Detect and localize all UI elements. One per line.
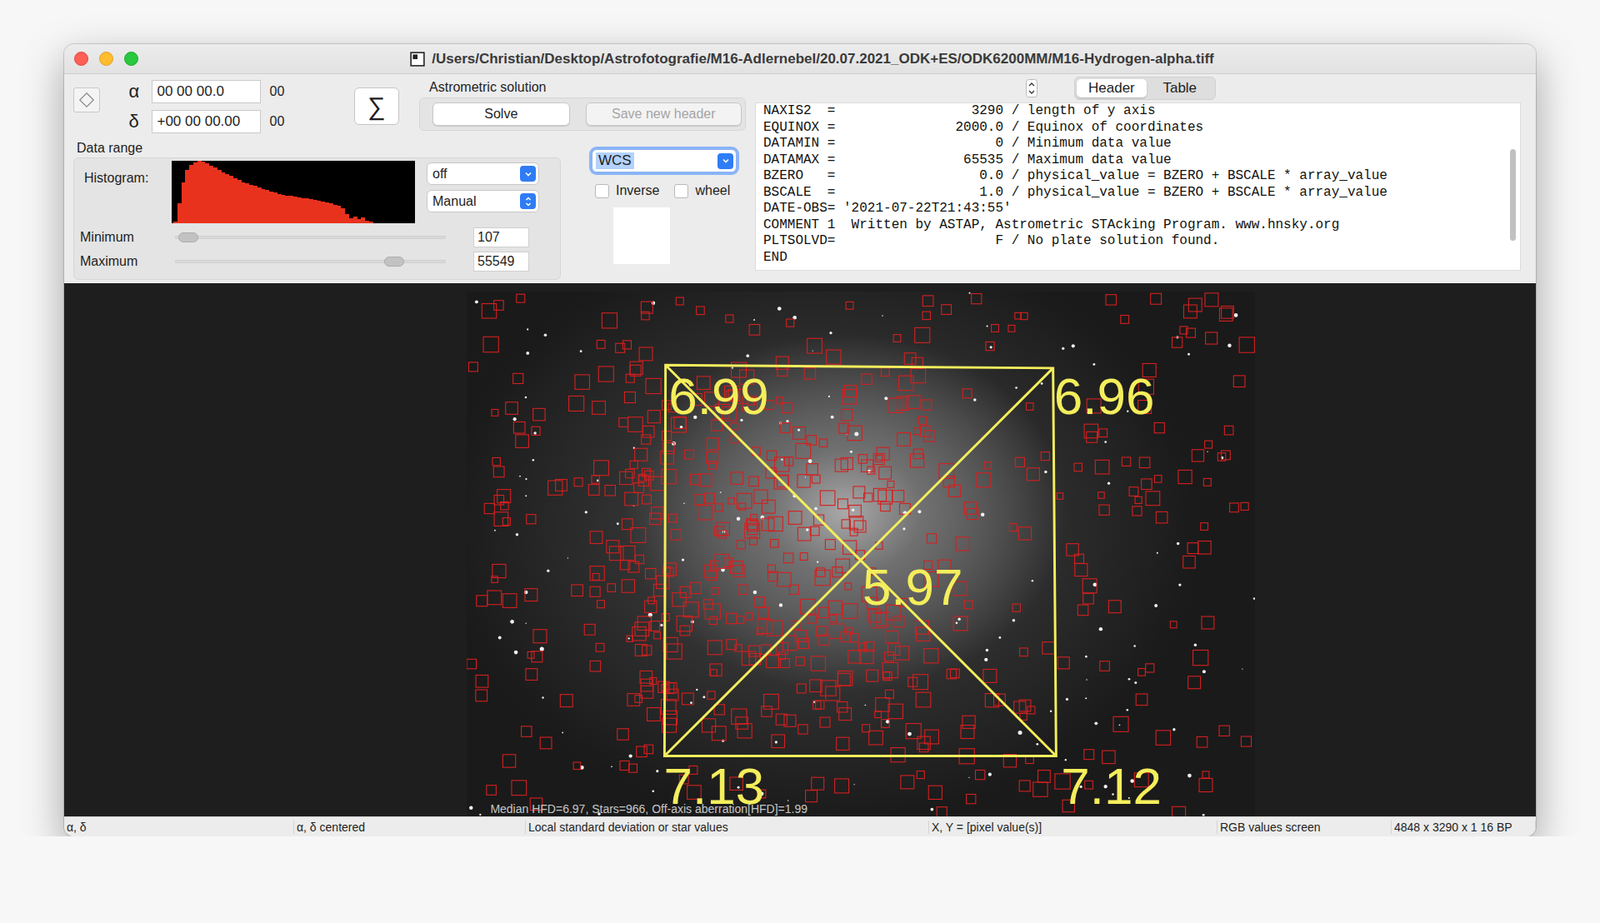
slider-label: Minimum <box>80 230 175 245</box>
slider-label: Maximum <box>80 254 175 270</box>
header-line: BSCALE = 1.0 / physical_value = BZERO + … <box>763 185 1507 202</box>
status-cell: 4848 x 3290 x 1 16 BP <box>1391 820 1536 835</box>
image-caption: Median HFD=6.97, Stars=966, Off-axis abe… <box>490 802 808 816</box>
header-line: EQUINOX = 2000.0 / Equinox of coordinate… <box>763 120 1507 137</box>
checkbox-box[interactable] <box>595 184 610 199</box>
checkbox[interactable]: wheel <box>674 183 730 199</box>
tilt-value: 5.97 <box>862 561 964 614</box>
header-line: NAXIS2 = 3290 / length of y axis <box>763 103 1507 120</box>
close-icon[interactable] <box>74 51 89 66</box>
zoom-icon[interactable] <box>124 51 139 66</box>
header-line: DATE-OBS= '2021-07-22T21:43:55' <box>763 200 1507 218</box>
header-line: COMMENT 1 Written by ASTAP, Astrometric … <box>763 217 1507 235</box>
coordinate-symbol: α <box>128 80 152 103</box>
fits-header-panel[interactable]: NAXIS2 = 3290 / length of y axisEQUINOX … <box>755 102 1521 271</box>
chevron-icon <box>520 165 536 182</box>
astro-image[interactable]: 6.996.965.977.137.12 Median HFD=6.97, St… <box>466 291 1255 817</box>
astrometric-group: Astrometric solution Solve Save new heade… <box>419 80 746 131</box>
header-line: BZERO = 0.0 / physical_value = BZERO + B… <box>763 168 1507 185</box>
slider-row: Maximum 55549 <box>80 251 554 272</box>
coordinate-field[interactable]: +00 00 00.00 <box>151 110 261 134</box>
group-label: Astrometric solution <box>419 80 746 95</box>
minimize-icon[interactable] <box>99 51 114 66</box>
group-label: Data range <box>73 140 561 156</box>
dropdown[interactable]: Manual <box>426 190 540 213</box>
image-viewer[interactable]: 6.996.965.977.137.12 Median HFD=6.97, St… <box>64 283 1536 817</box>
status-cell: Local standard deviation or star values <box>525 820 930 835</box>
coordinate-field[interactable]: 00 00 00.0 <box>151 80 261 104</box>
astrometric-button[interactable]: Save new header <box>585 102 742 126</box>
overlay-group: WCS Inverse wheel <box>591 140 737 280</box>
chevron-icon <box>520 193 536 210</box>
coordinate-row: α 00 00 00.0 00 <box>128 80 351 104</box>
header-line: DATAMAX = 65535 / Maximum data value <box>763 152 1507 170</box>
slider-value-field[interactable]: 107 <box>473 227 530 248</box>
coordinate-symbol: δ <box>128 110 152 133</box>
header-line: END <box>763 250 1507 267</box>
tilt-value: 6.99 <box>668 370 770 423</box>
title-bar: /Users/Christian/Desktop/Astrofotografie… <box>64 44 1536 75</box>
coordinates: α 00 00 00.0 00δ +00 00 00.00 00 <box>128 80 351 134</box>
window-title: /Users/Christian/Desktop/Astrofotografie… <box>138 50 1536 68</box>
coordinate-row: δ +00 00 00.00 00 <box>128 110 351 134</box>
document-icon <box>410 51 425 67</box>
tab[interactable]: Header <box>1076 79 1147 98</box>
slider-track[interactable] <box>175 235 446 240</box>
checkbox[interactable]: Inverse <box>595 183 660 199</box>
astrometric-button[interactable]: Solve <box>432 102 570 126</box>
histogram-bar <box>369 221 374 224</box>
slider-value-field[interactable]: 55549 <box>473 251 530 272</box>
status-cell: X, Y = [pixel value(s)] <box>929 820 1218 835</box>
wcs-dropdown[interactable]: WCS <box>591 149 737 173</box>
dropdown[interactable]: off <box>426 162 540 185</box>
coordinate-suffix: 00 <box>269 114 285 130</box>
status-cell: α, δ <box>64 820 295 835</box>
status-cell: α, δ centered <box>294 820 526 835</box>
tilt-value: 7.12 <box>1060 760 1162 813</box>
flip-button[interactable] <box>73 87 100 113</box>
header-line: DATAMIN = 0 / Minimum data value <box>763 135 1507 153</box>
stepper-icon[interactable] <box>1025 79 1038 98</box>
slider-thumb[interactable] <box>384 256 405 267</box>
preview-box <box>613 207 670 265</box>
coordinate-suffix: 00 <box>269 84 285 100</box>
control-panel: α 00 00 00.0 00δ +00 00 00.00 00 ∑ Astro… <box>64 74 1536 284</box>
status-cell: RGB values screen <box>1217 820 1392 835</box>
checkbox-box[interactable] <box>674 184 689 199</box>
slider-thumb[interactable] <box>178 232 199 243</box>
diamond-icon <box>77 90 96 110</box>
chevron-icon <box>717 153 734 170</box>
tab-bar: HeaderTable <box>1074 76 1216 100</box>
slider-row: Minimum 107 <box>80 227 554 248</box>
tilt-value: 6.96 <box>1054 370 1155 423</box>
histogram-chart <box>171 160 415 224</box>
tab[interactable]: Table <box>1146 79 1214 98</box>
header-line: PLTSOLVD= F / No plate solution found. <box>763 233 1507 250</box>
scrollbar[interactable] <box>1506 103 1520 270</box>
window-controls <box>64 51 139 66</box>
sigma-button[interactable]: ∑ <box>354 87 400 125</box>
slider-track[interactable] <box>175 260 446 264</box>
histogram-label: Histogram: <box>80 160 172 186</box>
data-range-group: Data range Histogram: off Manual Minimum… <box>73 140 561 280</box>
status-bar: α, δα, δ centeredLocal standard deviatio… <box>64 816 1536 837</box>
app-window: /Users/Christian/Desktop/Astrofotografie… <box>64 44 1536 837</box>
